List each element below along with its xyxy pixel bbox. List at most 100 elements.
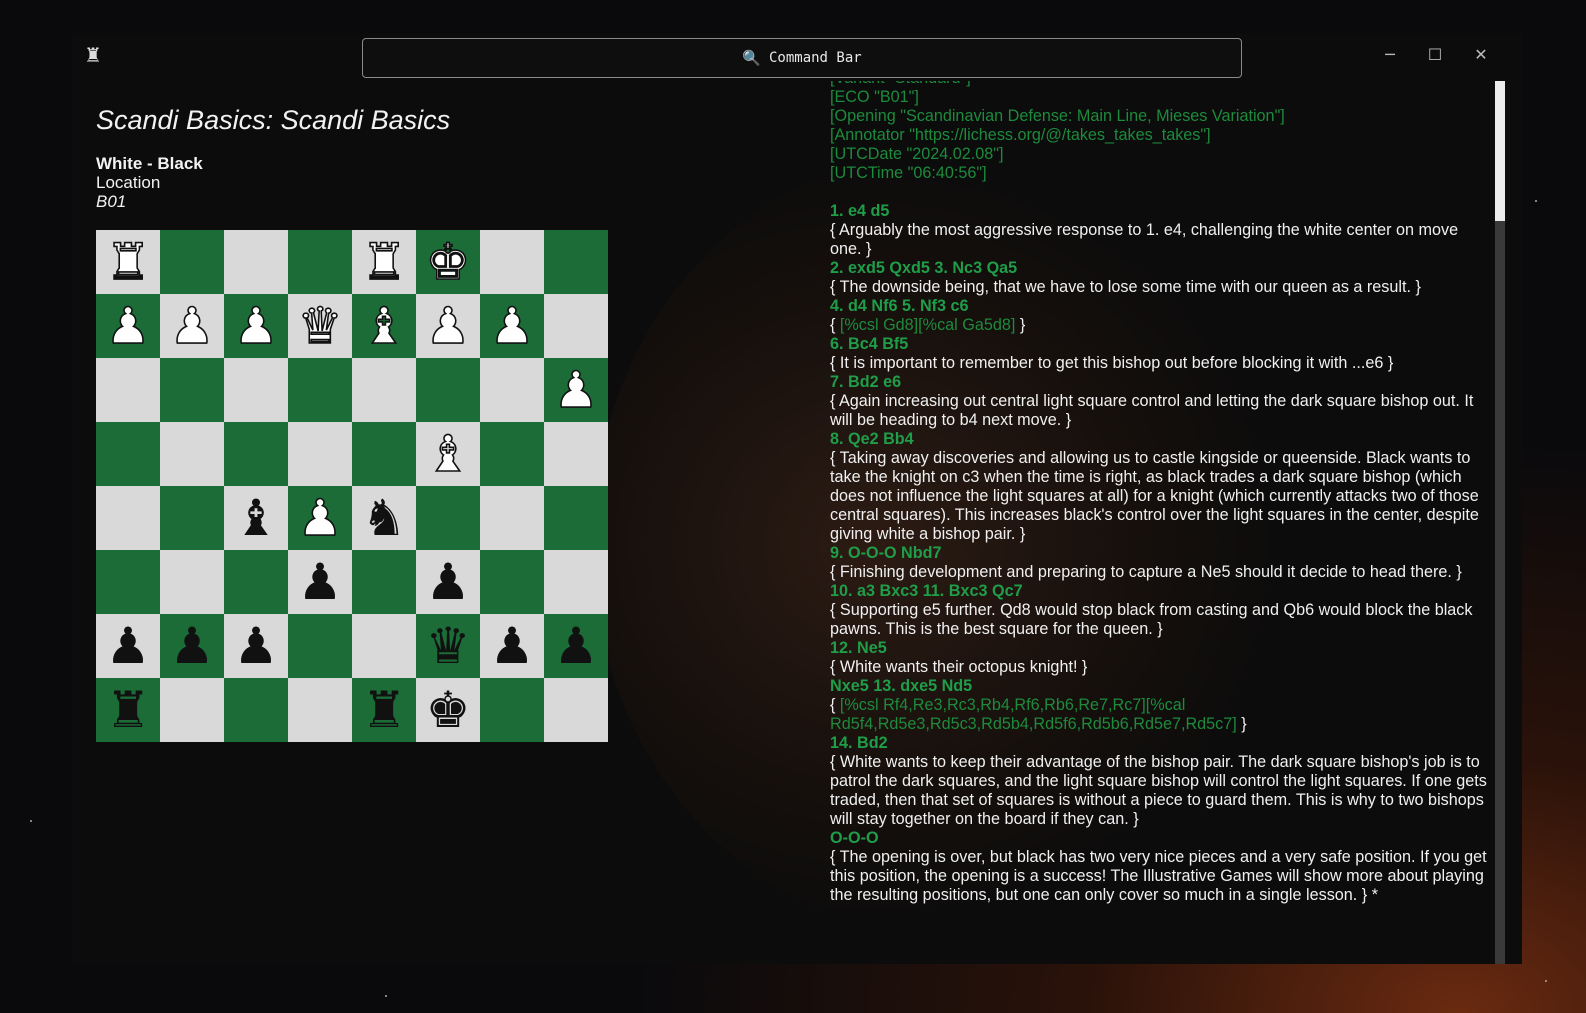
white-bishop-icon[interactable]: ♝ xyxy=(361,300,407,352)
board-square[interactable] xyxy=(352,422,416,486)
white-king-icon[interactable]: ♚ xyxy=(425,236,471,288)
board-square[interactable] xyxy=(160,678,224,742)
board-square[interactable]: ♟ xyxy=(96,614,160,678)
board-square[interactable]: ♟ xyxy=(96,294,160,358)
board-square[interactable]: ♟ xyxy=(416,294,480,358)
board-square[interactable] xyxy=(288,678,352,742)
pgn-move[interactable]: 2. exd5 Qxd5 3. Nc3 Qa5 xyxy=(830,259,1492,278)
close-button[interactable]: ✕ xyxy=(1461,39,1501,69)
board-square[interactable]: ♜ xyxy=(96,230,160,294)
board-square[interactable]: ♝ xyxy=(224,486,288,550)
board-square[interactable] xyxy=(160,550,224,614)
white-rook-icon[interactable]: ♜ xyxy=(361,236,407,288)
white-pawn-icon[interactable]: ♟ xyxy=(169,300,215,352)
board-square[interactable] xyxy=(160,358,224,422)
black-rook-icon[interactable]: ♜ xyxy=(106,685,151,735)
black-knight-icon[interactable]: ♞ xyxy=(362,493,407,543)
board-square[interactable] xyxy=(96,422,160,486)
scrollbar-thumb[interactable] xyxy=(1495,81,1505,221)
pgn-move[interactable]: 6. Bc4 Bf5 xyxy=(830,335,1492,354)
black-pawn-icon[interactable]: ♟ xyxy=(234,621,279,671)
white-pawn-icon[interactable]: ♟ xyxy=(233,300,279,352)
white-bishop-icon[interactable]: ♝ xyxy=(425,428,471,480)
board-square[interactable] xyxy=(96,486,160,550)
board-square[interactable]: ♟ xyxy=(544,358,608,422)
black-pawn-icon[interactable]: ♟ xyxy=(490,621,535,671)
board-square[interactable] xyxy=(352,614,416,678)
board-square[interactable]: ♟ xyxy=(416,550,480,614)
board-square[interactable]: ♟ xyxy=(480,614,544,678)
board-square[interactable] xyxy=(288,422,352,486)
scrollbar[interactable] xyxy=(1495,81,1505,964)
board-square[interactable]: ♚ xyxy=(416,230,480,294)
black-king-icon[interactable]: ♚ xyxy=(426,685,471,735)
board-square[interactable] xyxy=(288,230,352,294)
board-square[interactable]: ♟ xyxy=(224,614,288,678)
black-pawn-icon[interactable]: ♟ xyxy=(426,557,471,607)
board-square[interactable]: ♟ xyxy=(544,614,608,678)
board-square[interactable]: ♝ xyxy=(416,422,480,486)
board-square[interactable]: ♟ xyxy=(288,550,352,614)
board-square[interactable] xyxy=(544,422,608,486)
board-square[interactable] xyxy=(480,230,544,294)
board-square[interactable]: ♚ xyxy=(416,678,480,742)
board-square[interactable] xyxy=(480,678,544,742)
chess-board[interactable]: ♜ ♜ ♚ ♟ ♟ ♟ ♛ ♝ ♟ ♟ ♟ ♝ ♝ ♟ ♞ ♟ ♟ ♟ ♟ ♟ ♛ ♟ ♟ ♜ ♜ ♚ xyxy=(96,230,608,742)
pgn-move[interactable]: Nxe5 13. dxe5 Nd5 xyxy=(830,677,1492,696)
board-square[interactable] xyxy=(544,550,608,614)
pgn-move[interactable]: 7. Bd2 e6 xyxy=(830,373,1492,392)
board-square[interactable] xyxy=(352,550,416,614)
board-square[interactable]: ♜ xyxy=(352,678,416,742)
black-pawn-icon[interactable]: ♟ xyxy=(298,557,343,607)
board-square[interactable] xyxy=(160,230,224,294)
pgn-move[interactable]: 4. d4 Nf6 5. Nf3 c6 xyxy=(830,297,1492,316)
white-pawn-icon[interactable]: ♟ xyxy=(553,364,599,416)
board-square[interactable] xyxy=(416,358,480,422)
board-square[interactable]: ♟ xyxy=(288,486,352,550)
board-square[interactable]: ♟ xyxy=(160,294,224,358)
board-square[interactable] xyxy=(544,678,608,742)
board-square[interactable] xyxy=(352,358,416,422)
board-square[interactable] xyxy=(96,550,160,614)
board-square[interactable]: ♜ xyxy=(96,678,160,742)
board-square[interactable] xyxy=(96,358,160,422)
black-bishop-icon[interactable]: ♝ xyxy=(234,493,279,543)
board-square[interactable] xyxy=(544,486,608,550)
board-square[interactable] xyxy=(480,422,544,486)
board-square[interactable]: ♟ xyxy=(224,294,288,358)
pgn-move[interactable]: 8. Qe2 Bb4 xyxy=(830,430,1492,449)
board-square[interactable]: ♝ xyxy=(352,294,416,358)
board-square[interactable]: ♟ xyxy=(480,294,544,358)
board-square[interactable] xyxy=(288,614,352,678)
board-square[interactable] xyxy=(224,550,288,614)
board-square[interactable]: ♜ xyxy=(352,230,416,294)
board-square[interactable]: ♛ xyxy=(288,294,352,358)
board-square[interactable] xyxy=(224,678,288,742)
pgn-panel[interactable]: [Variant "Standard"][ECO "B01"][Opening … xyxy=(830,81,1492,964)
command-bar[interactable]: 🔍 Command Bar xyxy=(362,38,1242,78)
board-square[interactable]: ♟ xyxy=(160,614,224,678)
board-square[interactable] xyxy=(224,230,288,294)
board-square[interactable] xyxy=(480,358,544,422)
black-rook-icon[interactable]: ♜ xyxy=(362,685,407,735)
board-square[interactable] xyxy=(416,486,480,550)
black-queen-icon[interactable]: ♛ xyxy=(426,621,471,671)
board-square[interactable] xyxy=(480,550,544,614)
pgn-move[interactable]: 10. a3 Bxc3 11. Bxc3 Qc7 xyxy=(830,582,1492,601)
board-square[interactable]: ♛ xyxy=(416,614,480,678)
white-rook-icon[interactable]: ♜ xyxy=(105,236,151,288)
white-pawn-icon[interactable]: ♟ xyxy=(489,300,535,352)
board-square[interactable] xyxy=(160,422,224,486)
pgn-move[interactable]: 12. Ne5 xyxy=(830,639,1492,658)
black-pawn-icon[interactable]: ♟ xyxy=(106,621,151,671)
board-square[interactable] xyxy=(224,358,288,422)
board-square[interactable] xyxy=(544,230,608,294)
board-square[interactable] xyxy=(288,358,352,422)
white-pawn-icon[interactable]: ♟ xyxy=(297,492,343,544)
board-square[interactable] xyxy=(544,294,608,358)
white-pawn-icon[interactable]: ♟ xyxy=(105,300,151,352)
board-square[interactable] xyxy=(160,486,224,550)
pgn-move[interactable]: 9. O-O-O Nbd7 xyxy=(830,544,1492,563)
maximize-button[interactable]: ☐ xyxy=(1415,39,1455,69)
white-pawn-icon[interactable]: ♟ xyxy=(425,300,471,352)
